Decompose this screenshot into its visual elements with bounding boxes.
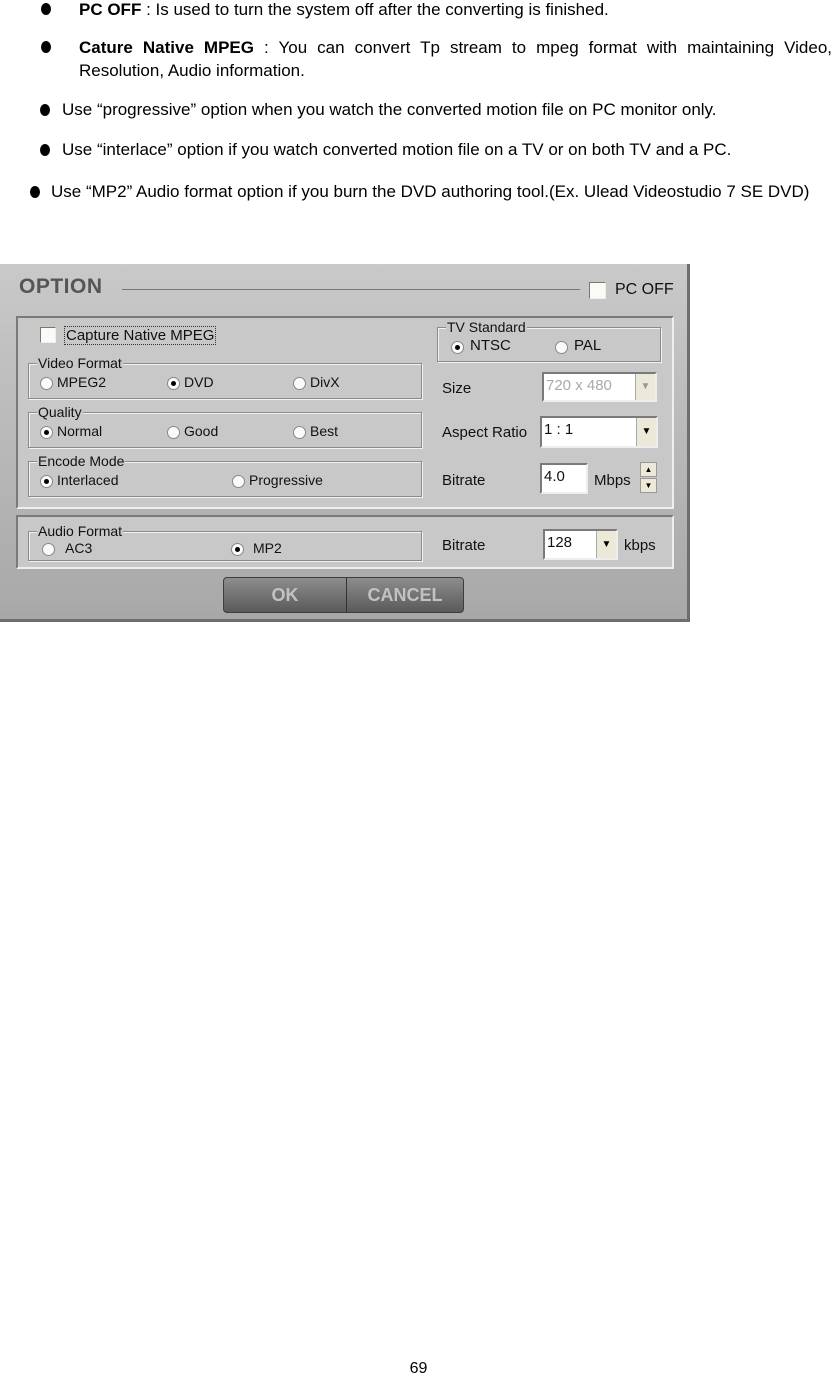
progressive-label: Progressive xyxy=(249,472,323,488)
bullet-icon xyxy=(30,186,40,198)
option-dialog: OPTION PC OFF Capture Native MPEG Video … xyxy=(0,264,690,622)
size-value: 720 x 480 xyxy=(546,377,612,394)
audio-bitrate-value: 128 xyxy=(547,534,573,551)
ntsc-label: NTSC xyxy=(470,337,511,354)
spin-down-icon[interactable]: ▼ xyxy=(640,478,657,493)
page-number: 69 xyxy=(409,1360,428,1377)
video-bitrate-value: 4.0 xyxy=(544,468,565,485)
tv-standard-group: TV Standard NTSC PAL xyxy=(437,319,661,362)
interlaced-label: Interlaced xyxy=(57,472,119,488)
audio-bitrate-dropdown[interactable]: 128 ▼ xyxy=(543,529,618,560)
audio-bitrate-unit: kbps xyxy=(624,537,656,554)
pc-off-checkbox[interactable] xyxy=(589,282,606,299)
radio-good[interactable] xyxy=(167,426,180,439)
video-bitrate-label: Bitrate xyxy=(442,472,486,489)
size-label: Size xyxy=(442,380,472,397)
audio-format-group: Audio Format AC3 MP2 xyxy=(28,523,422,561)
dialog-title: OPTION xyxy=(19,275,103,298)
ok-button[interactable]: OK xyxy=(224,578,347,612)
bullet-term: PC OFF xyxy=(79,0,142,19)
video-bitrate-input[interactable]: 4.0 xyxy=(540,463,588,494)
spin-up-icon[interactable]: ▲ xyxy=(640,462,657,477)
chevron-down-icon[interactable]: ▼ xyxy=(636,418,656,446)
mpeg2-label: MPEG2 xyxy=(57,374,107,390)
encode-mode-title: Encode Mode xyxy=(37,453,126,469)
radio-interlaced[interactable] xyxy=(40,475,53,488)
cancel-button[interactable]: CANCEL xyxy=(347,578,463,612)
quality-title: Quality xyxy=(37,404,83,420)
title-divider xyxy=(122,289,580,290)
radio-mp2[interactable] xyxy=(231,543,244,556)
bullet-term: Cature Native MPEG xyxy=(79,38,254,57)
bullet-icon xyxy=(41,41,51,53)
chevron-down-icon[interactable]: ▼ xyxy=(635,374,655,400)
bullet-icon xyxy=(40,104,50,116)
mp2-label: MP2 xyxy=(253,540,282,556)
tv-standard-title: TV Standard xyxy=(446,319,527,335)
radio-divx[interactable] xyxy=(293,377,306,390)
bullet-text: : Is used to turn the system off after t… xyxy=(141,0,609,19)
normal-label: Normal xyxy=(57,423,103,439)
audio-bitrate-label: Bitrate xyxy=(442,537,486,554)
radio-dvd[interactable] xyxy=(167,377,180,390)
best-label: Best xyxy=(310,423,339,439)
pc-off-label: PC OFF xyxy=(615,281,674,298)
radio-progressive[interactable] xyxy=(232,475,245,488)
radio-pal[interactable] xyxy=(555,341,568,354)
aspect-ratio-value: 1 : 1 xyxy=(544,421,574,438)
video-format-title: Video Format xyxy=(37,355,123,371)
radio-ntsc[interactable] xyxy=(451,341,464,354)
bullet-icon xyxy=(40,144,50,156)
aspect-ratio-label: Aspect Ratio xyxy=(442,424,528,441)
ac3-label: AC3 xyxy=(65,540,93,556)
capture-native-checkbox[interactable] xyxy=(40,327,56,343)
capture-native-label[interactable]: Capture Native MPEG xyxy=(64,326,217,345)
radio-ac3[interactable] xyxy=(42,543,55,556)
good-label: Good xyxy=(184,423,219,439)
quality-group: Quality Normal Good Best xyxy=(28,404,422,448)
encode-mode-group: Encode Mode Interlaced Progressive xyxy=(28,453,422,497)
radio-mpeg2[interactable] xyxy=(40,377,53,390)
dvd-label: DVD xyxy=(184,374,214,390)
video-settings-panel: Capture Native MPEG Video Format MPEG2 D… xyxy=(16,316,674,509)
video-format-group: Video Format MPEG2 DVD DivX xyxy=(28,355,422,399)
audio-settings-panel: Audio Format AC3 MP2 Bitrate 128 ▼ kbps xyxy=(16,515,674,569)
divx-label: DivX xyxy=(310,374,340,390)
chevron-down-icon[interactable]: ▼ xyxy=(596,531,616,558)
dialog-buttons: OK CANCEL xyxy=(223,577,464,613)
radio-normal[interactable] xyxy=(40,426,53,439)
pal-label: PAL xyxy=(574,337,602,354)
video-bitrate-spinner[interactable]: ▲ ▼ xyxy=(640,462,657,494)
bullet-icon xyxy=(41,3,51,15)
size-dropdown[interactable]: 720 x 480 ▼ xyxy=(542,372,657,402)
video-bitrate-unit: Mbps xyxy=(594,472,631,489)
aspect-ratio-dropdown[interactable]: 1 : 1 ▼ xyxy=(540,416,658,448)
radio-best[interactable] xyxy=(293,426,306,439)
audio-format-title: Audio Format xyxy=(37,523,124,539)
